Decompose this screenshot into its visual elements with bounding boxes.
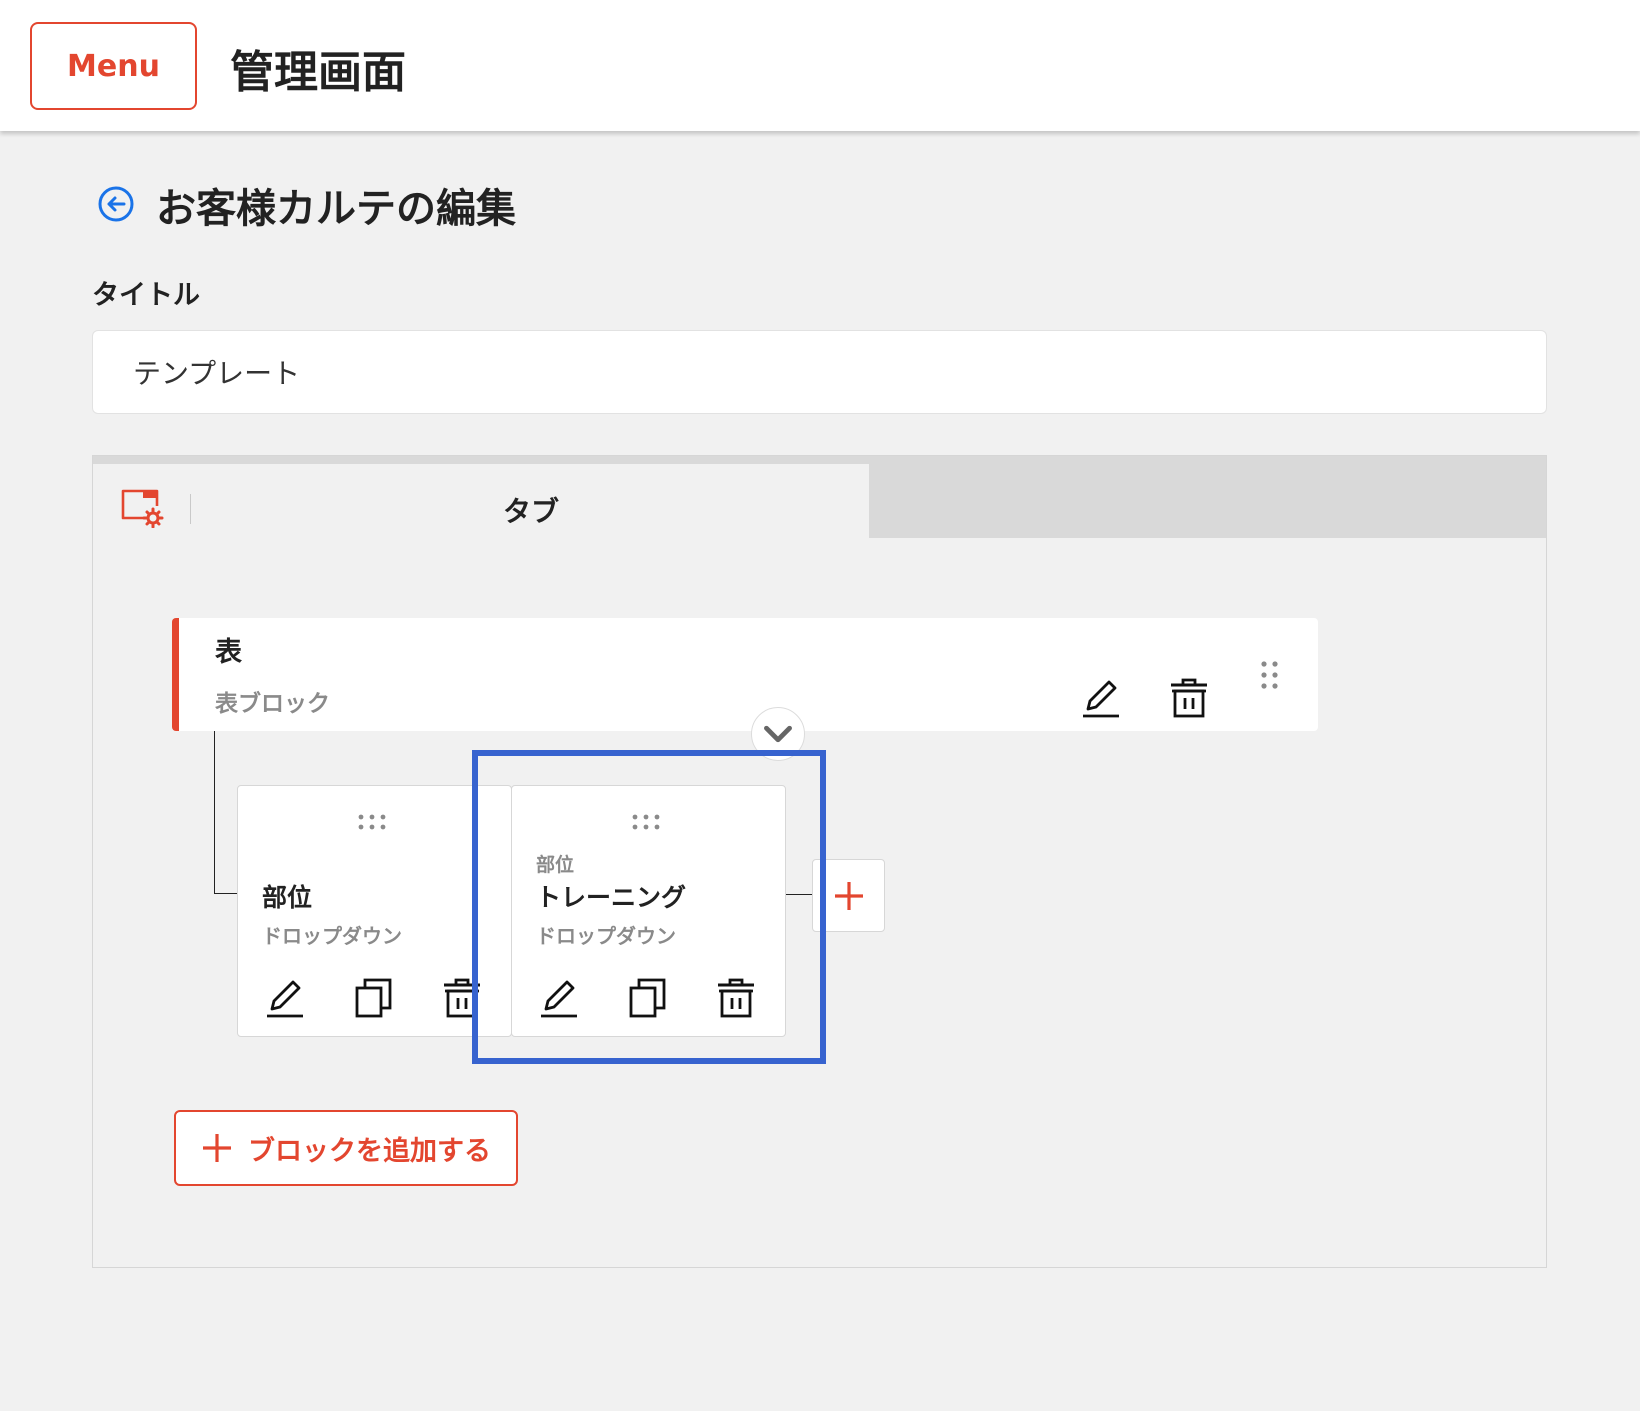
tab-settings-icon[interactable] (120, 488, 164, 528)
copy-column-icon[interactable] (628, 976, 668, 1020)
app-header: Menu 管理画面 (0, 0, 1640, 131)
drag-handle-icon[interactable] (1260, 660, 1280, 692)
delete-column-icon[interactable] (716, 976, 756, 1020)
app-title: 管理画面 (230, 47, 406, 98)
title-input[interactable] (92, 330, 1547, 414)
delete-column-icon[interactable] (442, 976, 482, 1020)
column-title: トレーニング (536, 883, 687, 912)
add-column-connector (786, 894, 813, 895)
expand-chevron-icon[interactable] (751, 707, 805, 761)
tab-active[interactable]: タブ (93, 464, 869, 538)
menu-button[interactable]: Menu (30, 22, 197, 110)
drag-handle-icon[interactable] (631, 812, 665, 834)
back-arrow-icon[interactable] (96, 184, 136, 224)
block-title: 表 (215, 637, 242, 668)
column-prefix: 部位 (536, 854, 575, 876)
add-column-button[interactable] (812, 859, 885, 932)
tab-separator (190, 494, 191, 524)
title-field-label: タイトル (92, 280, 200, 311)
drag-handle-icon[interactable] (357, 812, 391, 834)
column-type: ドロップダウン (262, 924, 402, 948)
column-card[interactable]: 部位 ドロップダウン (237, 785, 512, 1037)
column-title: 部位 (262, 883, 313, 912)
plus-icon (203, 1134, 231, 1162)
column-type: ドロップダウン (536, 924, 676, 948)
tab-strip: タブ (93, 456, 1546, 538)
block-subtitle: 表ブロック (215, 691, 330, 717)
tree-line-vertical (214, 731, 215, 894)
page-title: お客様カルテの編集 (156, 186, 516, 232)
add-block-button[interactable]: ブロックを追加する (174, 1110, 518, 1186)
copy-column-icon[interactable] (354, 976, 394, 1020)
tab-label[interactable]: タブ (503, 490, 559, 530)
delete-block-icon[interactable] (1169, 676, 1209, 720)
edit-column-icon[interactable] (539, 976, 579, 1020)
plus-icon (835, 882, 863, 910)
table-block[interactable]: 表 表ブロック (172, 618, 1318, 731)
add-block-label: ブロックを追加する (248, 1135, 491, 1167)
edit-block-icon[interactable] (1081, 676, 1121, 720)
column-card[interactable]: 部位 トレーニング ドロップダウン (511, 785, 786, 1037)
edit-column-icon[interactable] (265, 976, 305, 1020)
